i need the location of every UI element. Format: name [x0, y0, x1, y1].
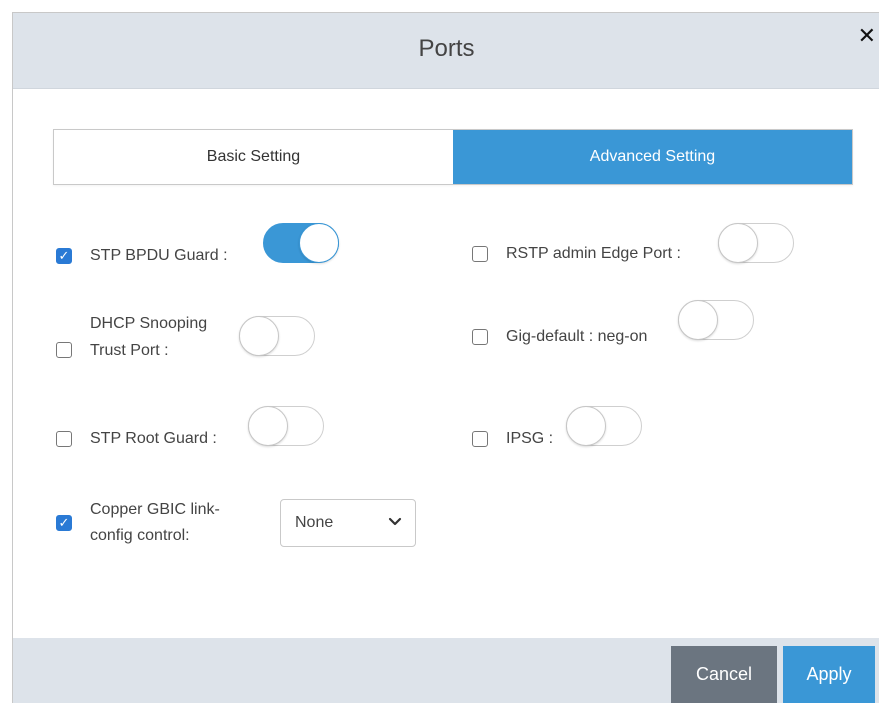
option-copper-gbic: Copper GBIC link- config control: [56, 499, 220, 546]
copper-gbic-label-line2: config control: [90, 527, 190, 544]
chevron-down-icon [388, 517, 402, 526]
stp-bpdu-guard-checkbox[interactable] [56, 247, 72, 264]
close-icon[interactable]: ✕ [858, 25, 876, 47]
stp-root-guard-label: STP Root Guard : [90, 430, 217, 447]
tab-advanced-setting[interactable]: Advanced Setting [453, 130, 852, 184]
dialog-title: Ports [418, 35, 475, 62]
stp-root-guard-checkbox[interactable] [56, 430, 72, 447]
toggle-knob [299, 223, 339, 263]
stp-root-guard-toggle[interactable] [248, 406, 324, 446]
ipsg-label: IPSG : [506, 430, 554, 447]
copper-gbic-select[interactable]: None [280, 499, 416, 547]
copper-gbic-label-line1: Copper GBIC link- [90, 501, 220, 518]
settings-tabs: Basic Setting Advanced Setting [53, 129, 853, 185]
gig-default-checkbox[interactable] [472, 328, 488, 345]
copper-gbic-select-value: None [295, 514, 334, 531]
page-top-edge [0, 0, 879, 12]
dialog-header: Ports ✕ [13, 13, 879, 89]
ports-dialog: Ports ✕ Basic Setting Advanced Setting S… [12, 12, 879, 703]
apply-button[interactable]: Apply [783, 646, 875, 703]
option-stp-root-guard: STP Root Guard : [56, 428, 217, 449]
option-rstp-admin-edge-port: RSTP admin Edge Port : [472, 243, 681, 264]
dhcp-snooping-label-line2: Trust Port : [90, 342, 169, 359]
copper-gbic-label: Copper GBIC link- config control: [90, 499, 220, 546]
copper-gbic-checkbox[interactable] [56, 514, 72, 531]
dialog-footer: Cancel Apply [13, 638, 879, 703]
toggle-knob [248, 406, 288, 446]
dhcp-snooping-toggle[interactable] [239, 316, 315, 356]
gig-default-label: Gig-default : neg-on [506, 328, 648, 345]
dhcp-snooping-checkbox[interactable] [56, 342, 72, 358]
stp-bpdu-guard-label: STP BPDU Guard : [90, 247, 228, 264]
stp-bpdu-guard-toggle[interactable] [263, 223, 339, 263]
toggle-knob [678, 300, 718, 340]
option-ipsg: IPSG : [472, 428, 553, 449]
toggle-knob [566, 406, 606, 446]
dhcp-snooping-label: DHCP Snooping Trust Port : [90, 313, 207, 361]
toggle-knob [718, 223, 758, 263]
rstp-admin-edge-port-toggle[interactable] [718, 223, 794, 263]
rstp-admin-edge-port-label: RSTP admin Edge Port : [506, 245, 681, 262]
dhcp-snooping-label-line1: DHCP Snooping [90, 315, 208, 332]
option-stp-bpdu-guard: STP BPDU Guard : [56, 245, 228, 266]
toggle-knob [239, 316, 279, 356]
option-dhcp-snooping: DHCP Snooping Trust Port : [56, 313, 207, 361]
rstp-admin-edge-port-checkbox[interactable] [472, 245, 488, 262]
ipsg-checkbox[interactable] [472, 430, 488, 447]
option-gig-default-neg-on: Gig-default : neg-on [472, 326, 647, 347]
ipsg-toggle[interactable] [566, 406, 642, 446]
gig-default-toggle[interactable] [678, 300, 754, 340]
cancel-button[interactable]: Cancel [671, 646, 777, 703]
tab-basic-setting[interactable]: Basic Setting [54, 130, 453, 184]
